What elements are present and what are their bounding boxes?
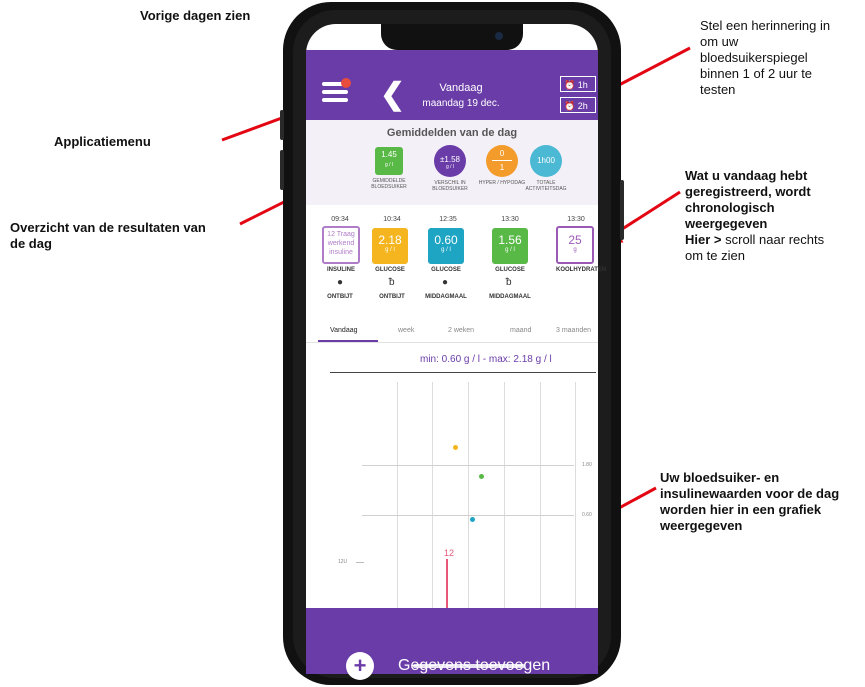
activity-badge: 1h00 [530, 145, 562, 177]
entry-time: 12:35 [439, 216, 457, 223]
threshold-label-low: 0.60 [582, 512, 592, 518]
entry-type: GLUCOSE [431, 267, 461, 273]
apple-icon: ● [337, 277, 344, 288]
tab-week[interactable]: week [398, 327, 414, 334]
meal-label: ONTBIJT [327, 294, 353, 300]
add-icon[interactable]: + [346, 652, 374, 680]
apple-icon: ● [442, 277, 449, 288]
phone-side-button [280, 150, 284, 190]
meal-label: MIDDAGMAAL [489, 294, 531, 300]
insulin-entry[interactable]: 12 Traag werkend insuline [322, 226, 360, 264]
callout-graph: Uw bloedsuiker- en insulinewaarden voor … [660, 470, 840, 533]
tab-three-months[interactable]: 3 maanden [556, 327, 591, 334]
carbs-entry[interactable]: 25 g [556, 226, 594, 264]
activity-label: TOTALE ACTIVITEITSDAG [525, 180, 567, 192]
entry-type: GLUCOSE [375, 267, 405, 273]
tabs-divider [306, 342, 598, 343]
threshold-line-high [362, 465, 574, 466]
callout-registered: Wat u vandaag hebt geregistreerd, wordt … [685, 168, 825, 263]
glucose-variation-label: VERSCHIL IN BLOEDSUIKER [432, 180, 468, 192]
hyper-hypo-label: HYPER / HYPODAG [478, 180, 526, 186]
callout-app-menu: Applicatiemenu [54, 134, 151, 149]
entry-type: GLUCOSE [495, 267, 525, 273]
glucose-entry[interactable]: 2.18 g / l [372, 228, 408, 264]
tab-month[interactable]: maand [510, 327, 531, 334]
glucose-point [479, 474, 484, 479]
meal-label: ONTBIJT [379, 294, 405, 300]
glucose-entry[interactable]: 1.56 g / l [492, 228, 528, 264]
insulin-axis-label: 12U [338, 559, 348, 565]
range-text: min: 0.60 g / l - max: 2.18 g / l [420, 354, 552, 365]
summary-title: Gemiddelden van de dag [386, 127, 518, 139]
callout-overview: Overzicht van de resultaten van de dag [10, 220, 206, 251]
entry-time: 09:34 [331, 216, 349, 223]
insulin-axis-tick [356, 562, 364, 563]
tab-today[interactable]: Vandaag [330, 327, 358, 334]
phone-side-button [280, 110, 284, 140]
graph-gridline [397, 382, 398, 608]
avg-glucose-badge: 1.45 g / l [375, 147, 403, 175]
threshold-label-high: 1.80 [582, 462, 592, 468]
notification-dot-icon [341, 78, 351, 88]
glucose-variation-badge: ±1.58 g / l [434, 145, 466, 177]
meal-label: MIDDAGMAAL [425, 294, 467, 300]
alarm-clock-icon: ⏰ [564, 101, 576, 111]
alarm-clock-icon: ⏰ [564, 80, 576, 90]
graph-gridline [432, 382, 433, 608]
glucose-entry[interactable]: 0.60 g / l [428, 228, 464, 264]
range-underline [330, 372, 596, 373]
reminder-1h-button[interactable]: ⏰ 1h [560, 76, 596, 92]
tab-two-weeks[interactable]: 2 weken [448, 327, 474, 334]
graph-gridline [468, 382, 469, 608]
callout-reminder: Stel een herinnering in om uw bloedsuike… [700, 18, 831, 97]
home-indicator [413, 664, 525, 668]
glucose-point [453, 445, 458, 450]
graph-gridline [540, 382, 541, 608]
insulin-value: 12 [444, 548, 455, 558]
page-date: maandag 19 dec. [422, 98, 500, 109]
entry-time: 13:30 [501, 216, 519, 223]
graph-gridline [575, 382, 576, 608]
insulin-bar [446, 559, 448, 608]
glass-icon: ᵬ [389, 277, 395, 288]
threshold-line-low [362, 515, 574, 516]
entry-time: 13:30 [567, 216, 585, 223]
hyper-hypo-badge: 0 1 [486, 145, 518, 177]
glass-icon: ᵬ [506, 277, 512, 288]
phone-side-button [620, 180, 624, 240]
entry-time: 10:34 [383, 216, 401, 223]
avg-glucose-label: GEMIDDELDE BLOEDSUIKER [371, 178, 407, 190]
camera-icon [495, 32, 503, 40]
entry-type: KOOLHYDRATEN [556, 267, 607, 273]
graph-gridline [504, 382, 505, 608]
glucose-point [470, 517, 475, 522]
callout-previous-days: Vorige dagen zien [140, 8, 251, 23]
entry-type: INSULINE [326, 267, 355, 273]
previous-day-button[interactable]: ❮ [380, 80, 405, 110]
page-title: Vandaag [439, 82, 483, 94]
reminder-2h-button[interactable]: ⏰ 2h [560, 97, 596, 113]
